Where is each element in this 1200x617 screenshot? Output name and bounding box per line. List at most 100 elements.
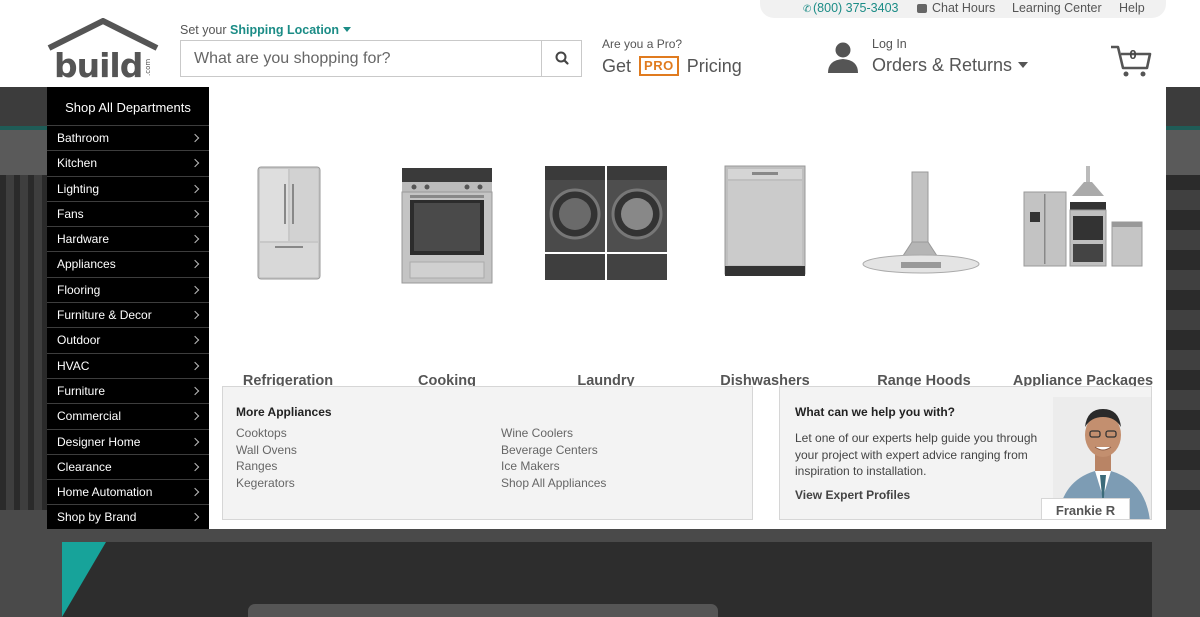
link-shop-all-appliances[interactable]: Shop All Appliances xyxy=(501,475,606,492)
category-dishwashers[interactable]: Dishwashers xyxy=(690,162,840,389)
learning-center-link[interactable]: Learning Center xyxy=(1012,1,1102,15)
search-bar xyxy=(180,40,582,77)
washer-dryer-image xyxy=(545,166,667,280)
orders-returns-menu[interactable]: Orders & Returns xyxy=(872,55,1029,76)
dept-item-fans[interactable]: Fans xyxy=(47,200,209,226)
help-description: Let one of our experts help guide you th… xyxy=(795,431,1038,478)
dept-item-label: Flooring xyxy=(57,282,101,297)
cart-count: 0 xyxy=(1129,47,1137,62)
dept-item-furniture[interactable]: Furniture xyxy=(47,377,209,403)
view-expert-profiles-link[interactable]: View Expert Profiles xyxy=(795,488,910,502)
logo-suffix: .com xyxy=(144,59,152,76)
chevron-down-icon xyxy=(1018,62,1029,68)
chevron-right-icon xyxy=(190,386,200,396)
search-input[interactable] xyxy=(181,41,542,76)
dept-item-hardware[interactable]: Hardware xyxy=(47,226,209,251)
shipping-prefix: Set your xyxy=(180,23,227,37)
link-kegerators[interactable]: Kegerators xyxy=(236,475,297,492)
link-beverage-centers[interactable]: Beverage Centers xyxy=(501,442,606,459)
chevron-right-icon xyxy=(190,336,200,345)
category-appliance-packages[interactable]: Appliance Packages xyxy=(1008,162,1158,389)
help-title: What can we help you with? xyxy=(795,405,956,419)
chevron-right-icon xyxy=(190,487,200,497)
category-laundry[interactable]: Laundry xyxy=(531,162,681,389)
dept-item-outdoor[interactable]: Outdoor xyxy=(47,327,209,352)
dept-item-label: Home Automation xyxy=(57,485,153,500)
expert-name-tag[interactable]: Frankie R xyxy=(1041,498,1130,519)
dept-item-hvac[interactable]: HVAC xyxy=(47,352,209,378)
range-oven-image xyxy=(401,168,493,284)
search-icon xyxy=(555,51,569,65)
phone-icon: ✆ xyxy=(803,4,812,15)
category-cooking[interactable]: Cooking xyxy=(372,162,522,389)
dept-item-bathroom[interactable]: Bathroom xyxy=(47,125,209,150)
dept-item-shop-by-brand[interactable]: Shop by Brand xyxy=(47,504,209,529)
dept-item-appliances[interactable]: Appliances xyxy=(47,251,209,276)
chevron-right-icon xyxy=(190,462,200,472)
departments-title[interactable]: Shop All Departments xyxy=(47,87,209,127)
login-link[interactable]: Log In xyxy=(872,37,907,51)
pro-badge: PRO xyxy=(639,56,679,76)
chevron-right-icon xyxy=(190,209,200,219)
dept-item-furniture-decor[interactable]: Furniture & Decor xyxy=(47,302,209,327)
dept-item-clearance[interactable]: Clearance xyxy=(47,453,209,479)
chevron-right-icon xyxy=(190,133,200,143)
category-refrigeration[interactable]: Refrigeration xyxy=(213,162,363,389)
expert-help-box: What can we help you with? Let one of ou… xyxy=(779,386,1152,520)
dept-item-label: Outdoor xyxy=(57,333,101,348)
dept-item-label: Commercial xyxy=(57,409,122,424)
dept-item-lighting[interactable]: Lighting xyxy=(47,175,209,201)
dept-item-label: Shop by Brand xyxy=(57,510,137,525)
shipping-location[interactable]: Set your Shipping Location xyxy=(180,23,352,37)
background-image-left xyxy=(0,175,47,510)
dept-item-label: Clearance xyxy=(57,459,112,474)
build-logo[interactable]: build .com xyxy=(46,18,160,80)
pro-pricing-link[interactable]: Get PRO Pricing xyxy=(602,56,742,77)
dept-item-label: Fans xyxy=(57,206,84,221)
dept-item-label: Designer Home xyxy=(57,434,141,449)
more-appliances-box: More Appliances Cooktops Wall Ovens Rang… xyxy=(222,386,753,520)
dept-item-kitchen[interactable]: Kitchen xyxy=(47,150,209,175)
chat-icon xyxy=(917,4,927,13)
site-header: ✆ (800) 375-3403 Chat Hours Learning Cent… xyxy=(0,0,1200,87)
pro-get-label: Get xyxy=(602,56,632,76)
link-cooktops[interactable]: Cooktops xyxy=(236,425,297,442)
search-button[interactable] xyxy=(541,41,581,76)
dept-item-designer-home[interactable]: Designer Home xyxy=(47,428,209,454)
shipping-location-link[interactable]: Shipping Location xyxy=(230,23,339,37)
range-hood-image xyxy=(862,171,980,274)
phone-link[interactable]: ✆ (800) 375-3403 xyxy=(803,1,898,15)
more-appliances-col-1: Cooktops Wall Ovens Ranges Kegerators xyxy=(236,425,297,492)
chevron-down-icon xyxy=(343,27,352,32)
dept-item-label: Appliances xyxy=(57,257,116,272)
dept-item-home-automation[interactable]: Home Automation xyxy=(47,479,209,504)
more-appliances-title: More Appliances xyxy=(236,405,332,419)
chat-hours-link[interactable]: Chat Hours xyxy=(917,1,995,15)
dept-item-label: Lighting xyxy=(57,181,100,196)
link-wine-coolers[interactable]: Wine Coolers xyxy=(501,425,606,442)
chevron-right-icon xyxy=(190,513,200,522)
chevron-right-icon xyxy=(190,285,200,295)
dept-item-label: Bathroom xyxy=(57,131,110,145)
dishwasher-image xyxy=(724,165,806,276)
dept-item-label: Kitchen xyxy=(57,156,98,171)
chevron-right-icon xyxy=(190,234,200,244)
chevron-right-icon xyxy=(190,260,200,269)
chevron-right-icon xyxy=(190,184,200,193)
background-image-right xyxy=(1166,175,1200,510)
link-ice-makers[interactable]: Ice Makers xyxy=(501,458,606,475)
help-link[interactable]: Help xyxy=(1119,1,1145,15)
dept-item-label: Furniture xyxy=(57,383,106,398)
link-ranges[interactable]: Ranges xyxy=(236,458,297,475)
hero-accent-shape xyxy=(62,542,106,617)
dept-item-flooring[interactable]: Flooring xyxy=(47,276,209,302)
user-icon[interactable] xyxy=(826,40,860,74)
chevron-right-icon xyxy=(190,437,200,446)
pro-question: Are you a Pro? xyxy=(602,37,683,51)
dept-item-label: Hardware xyxy=(57,232,110,247)
dept-item-label: Furniture & Decor xyxy=(57,308,152,323)
dept-item-commercial[interactable]: Commercial xyxy=(47,403,209,428)
more-appliances-col-2: Wine Coolers Beverage Centers Ice Makers… xyxy=(501,425,606,492)
link-wall-ovens[interactable]: Wall Ovens xyxy=(236,442,297,459)
category-range-hoods[interactable]: Range Hoods xyxy=(849,162,999,389)
